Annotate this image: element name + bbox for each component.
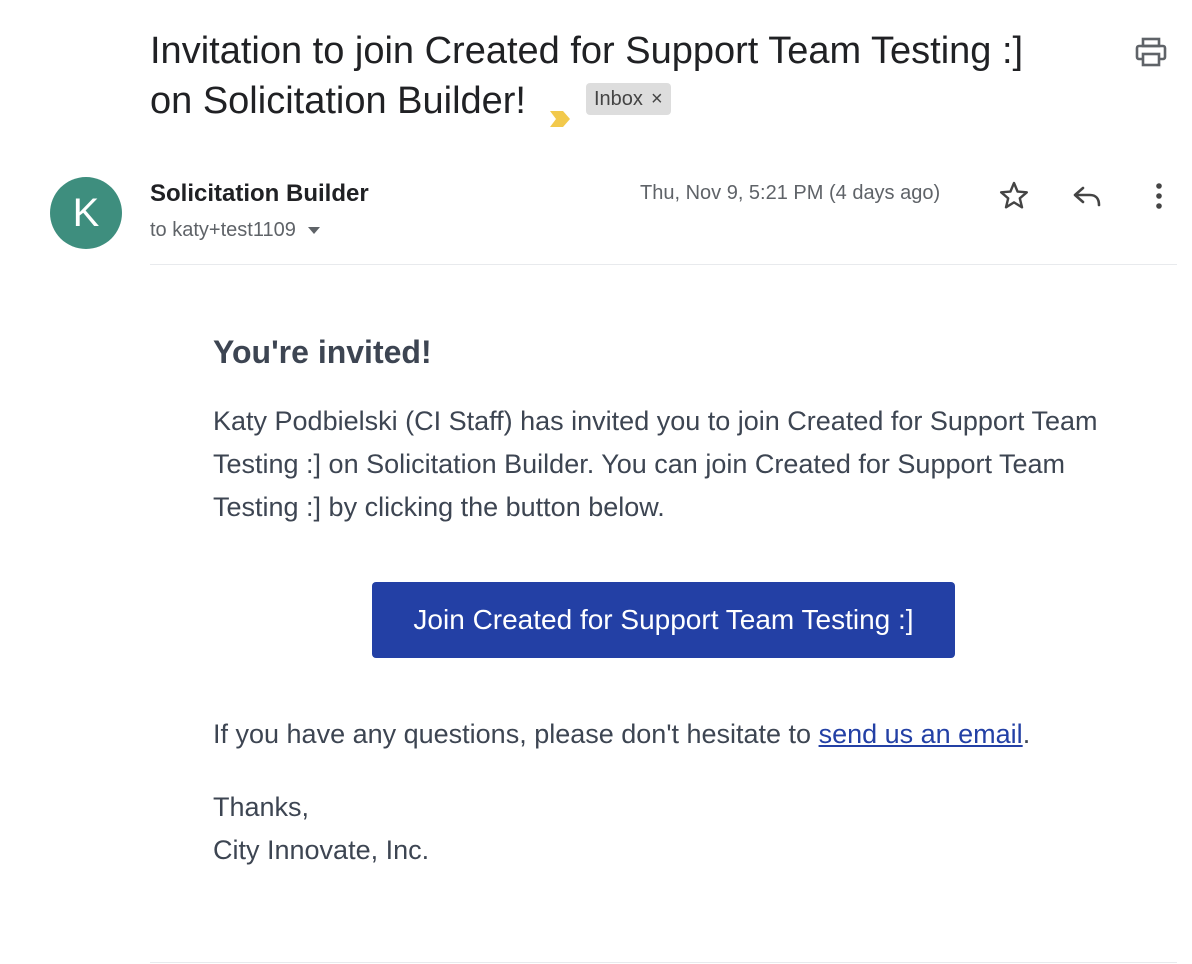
header-divider xyxy=(150,264,1177,265)
signoff: Thanks, City Innovate, Inc. xyxy=(213,786,429,872)
inbox-label-text: Inbox xyxy=(594,87,643,110)
join-team-button[interactable]: Join Created for Support Team Testing :] xyxy=(372,582,955,658)
sender-name[interactable]: Solicitation Builder xyxy=(150,180,369,208)
signoff-thanks: Thanks, xyxy=(213,792,310,822)
invite-heading: You're invited! xyxy=(213,334,432,370)
signoff-company: City Innovate, Inc. xyxy=(213,835,430,865)
recipient-text: to katy+test1109 xyxy=(150,219,296,241)
print-icon[interactable] xyxy=(1134,36,1168,68)
inbox-label-chip: Inbox × xyxy=(586,82,671,115)
footer-divider xyxy=(150,962,1177,963)
star-icon[interactable] xyxy=(998,180,1030,212)
email-date: Thu, Nov 9, 5:21 PM (4 days ago) xyxy=(640,182,941,204)
send-email-link[interactable]: send us an email xyxy=(819,719,1023,749)
questions-line: If you have any questions, please don't … xyxy=(213,714,1030,754)
subject-line-1: Invitation to join Created for Support T… xyxy=(150,30,1024,72)
invite-paragraph: Katy Podbielski (CI Staff) has invited y… xyxy=(213,406,1098,522)
sender-avatar[interactable]: K xyxy=(50,177,122,249)
caret-down-icon xyxy=(307,227,320,234)
email-subject: Invitation to join Created for Support T… xyxy=(150,26,1090,127)
remove-label-icon[interactable]: × xyxy=(651,74,663,124)
importance-marker-icon[interactable] xyxy=(548,91,572,127)
reply-icon[interactable] xyxy=(1071,180,1103,212)
questions-text: If you have any questions, please don't … xyxy=(213,719,819,749)
questions-period: . xyxy=(1022,719,1031,749)
recipient-details-toggle[interactable]: to katy+test1109 xyxy=(150,219,320,242)
more-vert-icon[interactable] xyxy=(1143,180,1175,212)
subject-line-2: on Solicitation Builder! xyxy=(150,80,526,122)
